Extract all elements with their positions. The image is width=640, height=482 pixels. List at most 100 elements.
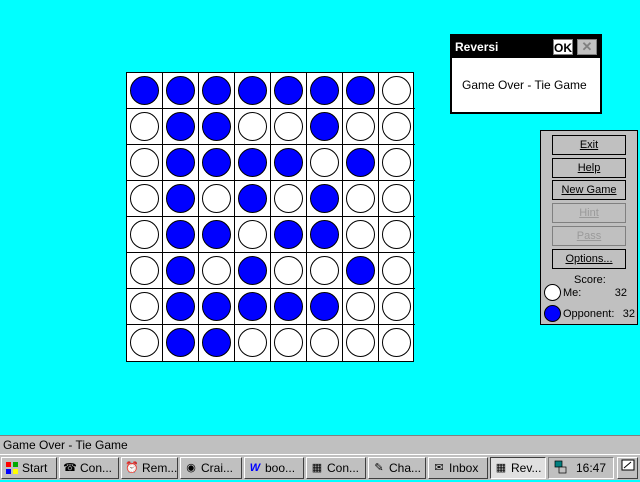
taskbar-item[interactable]: ▦ Rev... bbox=[490, 457, 546, 479]
board-cell[interactable] bbox=[379, 217, 415, 253]
board-cell[interactable] bbox=[127, 73, 163, 109]
game-board[interactable] bbox=[126, 72, 415, 362]
board-cell[interactable] bbox=[307, 73, 343, 109]
board-cell[interactable] bbox=[199, 109, 235, 145]
board-cell[interactable] bbox=[235, 325, 271, 361]
start-button[interactable]: Start bbox=[1, 457, 57, 479]
board-cell[interactable] bbox=[163, 109, 199, 145]
network-icon[interactable] bbox=[553, 458, 569, 482]
board-cell[interactable] bbox=[307, 217, 343, 253]
board-cell[interactable] bbox=[343, 181, 379, 217]
white-disc bbox=[346, 292, 375, 321]
board-cell[interactable] bbox=[163, 289, 199, 325]
board-cell[interactable] bbox=[163, 145, 199, 181]
board-cell[interactable] bbox=[379, 73, 415, 109]
hint-button[interactable]: Hint bbox=[552, 203, 626, 223]
board-cell[interactable] bbox=[379, 145, 415, 181]
exit-button[interactable]: Exit bbox=[552, 135, 626, 155]
options-button[interactable]: Options... bbox=[552, 249, 626, 269]
board-cell[interactable] bbox=[199, 217, 235, 253]
board-cell[interactable] bbox=[271, 325, 307, 361]
taskbar-item[interactable]: ▦ Con... bbox=[306, 457, 366, 479]
board-cell[interactable] bbox=[163, 217, 199, 253]
board-cell[interactable] bbox=[127, 145, 163, 181]
board-cell[interactable] bbox=[235, 217, 271, 253]
close-icon[interactable]: ✕ bbox=[577, 39, 597, 55]
board-cell[interactable] bbox=[271, 217, 307, 253]
board-cell[interactable] bbox=[379, 253, 415, 289]
board-cell[interactable] bbox=[163, 181, 199, 217]
board-cell[interactable] bbox=[343, 145, 379, 181]
blue-disc bbox=[202, 148, 231, 177]
board-cell[interactable] bbox=[343, 73, 379, 109]
board-cell[interactable] bbox=[343, 109, 379, 145]
board-cell[interactable] bbox=[379, 325, 415, 361]
taskbar-item[interactable]: ✎ Cha... bbox=[368, 457, 426, 479]
board-cell[interactable] bbox=[163, 325, 199, 361]
board-cell[interactable] bbox=[379, 289, 415, 325]
board-cell[interactable] bbox=[199, 73, 235, 109]
new-game-button[interactable]: New Game bbox=[552, 180, 626, 200]
board-cell[interactable] bbox=[307, 109, 343, 145]
taskbar-item[interactable]: ☎ Con... bbox=[59, 457, 119, 479]
board-cell[interactable] bbox=[343, 217, 379, 253]
board-cell[interactable] bbox=[235, 181, 271, 217]
board-cell[interactable] bbox=[127, 181, 163, 217]
board-cell[interactable] bbox=[307, 289, 343, 325]
blue-disc bbox=[346, 76, 375, 105]
board-cell[interactable] bbox=[307, 325, 343, 361]
board-cell[interactable] bbox=[307, 145, 343, 181]
board-cell[interactable] bbox=[235, 253, 271, 289]
board-cell[interactable] bbox=[163, 73, 199, 109]
white-disc bbox=[310, 256, 339, 285]
board-cell[interactable] bbox=[127, 217, 163, 253]
board-cell[interactable] bbox=[271, 73, 307, 109]
inbox-icon: ✉ bbox=[434, 462, 444, 474]
board-cell[interactable] bbox=[235, 289, 271, 325]
blue-disc bbox=[274, 76, 303, 105]
help-button[interactable]: Help bbox=[552, 158, 626, 178]
white-disc bbox=[130, 292, 159, 321]
pass-button[interactable]: Pass bbox=[552, 226, 626, 246]
board-cell[interactable] bbox=[343, 253, 379, 289]
board-cell[interactable] bbox=[199, 181, 235, 217]
clock[interactable]: 16:47 bbox=[576, 458, 606, 478]
board-cell[interactable] bbox=[127, 325, 163, 361]
board-cell[interactable] bbox=[199, 289, 235, 325]
white-disc bbox=[202, 256, 231, 285]
blue-disc bbox=[238, 256, 267, 285]
board-cell[interactable] bbox=[271, 145, 307, 181]
board-cell[interactable] bbox=[163, 253, 199, 289]
board-cell[interactable] bbox=[307, 181, 343, 217]
board-cell[interactable] bbox=[235, 145, 271, 181]
board-cell[interactable] bbox=[235, 73, 271, 109]
board-cell[interactable] bbox=[379, 109, 415, 145]
board-cell[interactable] bbox=[199, 145, 235, 181]
board-cell[interactable] bbox=[127, 253, 163, 289]
board-cell[interactable] bbox=[307, 253, 343, 289]
taskbar-item[interactable]: ✉ Inbox bbox=[428, 457, 488, 479]
taskbar-item[interactable]: ⏰ Rem... bbox=[121, 457, 178, 479]
board-cell[interactable] bbox=[127, 289, 163, 325]
board-cell[interactable] bbox=[271, 181, 307, 217]
blue-disc bbox=[310, 112, 339, 141]
board-cell[interactable] bbox=[127, 109, 163, 145]
board-cell[interactable] bbox=[271, 109, 307, 145]
board-cell[interactable] bbox=[379, 181, 415, 217]
blue-disc bbox=[166, 112, 195, 141]
board-cell[interactable] bbox=[199, 253, 235, 289]
board-cell[interactable] bbox=[271, 253, 307, 289]
white-disc bbox=[130, 112, 159, 141]
taskbar-item[interactable]: Wboo... bbox=[244, 457, 304, 479]
board-cell[interactable] bbox=[343, 289, 379, 325]
blue-disc bbox=[346, 256, 375, 285]
ok-button[interactable]: OK bbox=[553, 39, 573, 55]
show-desktop-icon[interactable] bbox=[617, 457, 638, 479]
white-disc bbox=[382, 112, 411, 141]
taskbar-item[interactable]: ◉ Crai... bbox=[180, 457, 242, 479]
board-cell[interactable] bbox=[199, 325, 235, 361]
board-cell[interactable] bbox=[271, 289, 307, 325]
me-label: Me: bbox=[563, 287, 582, 299]
board-cell[interactable] bbox=[343, 325, 379, 361]
board-cell[interactable] bbox=[235, 109, 271, 145]
